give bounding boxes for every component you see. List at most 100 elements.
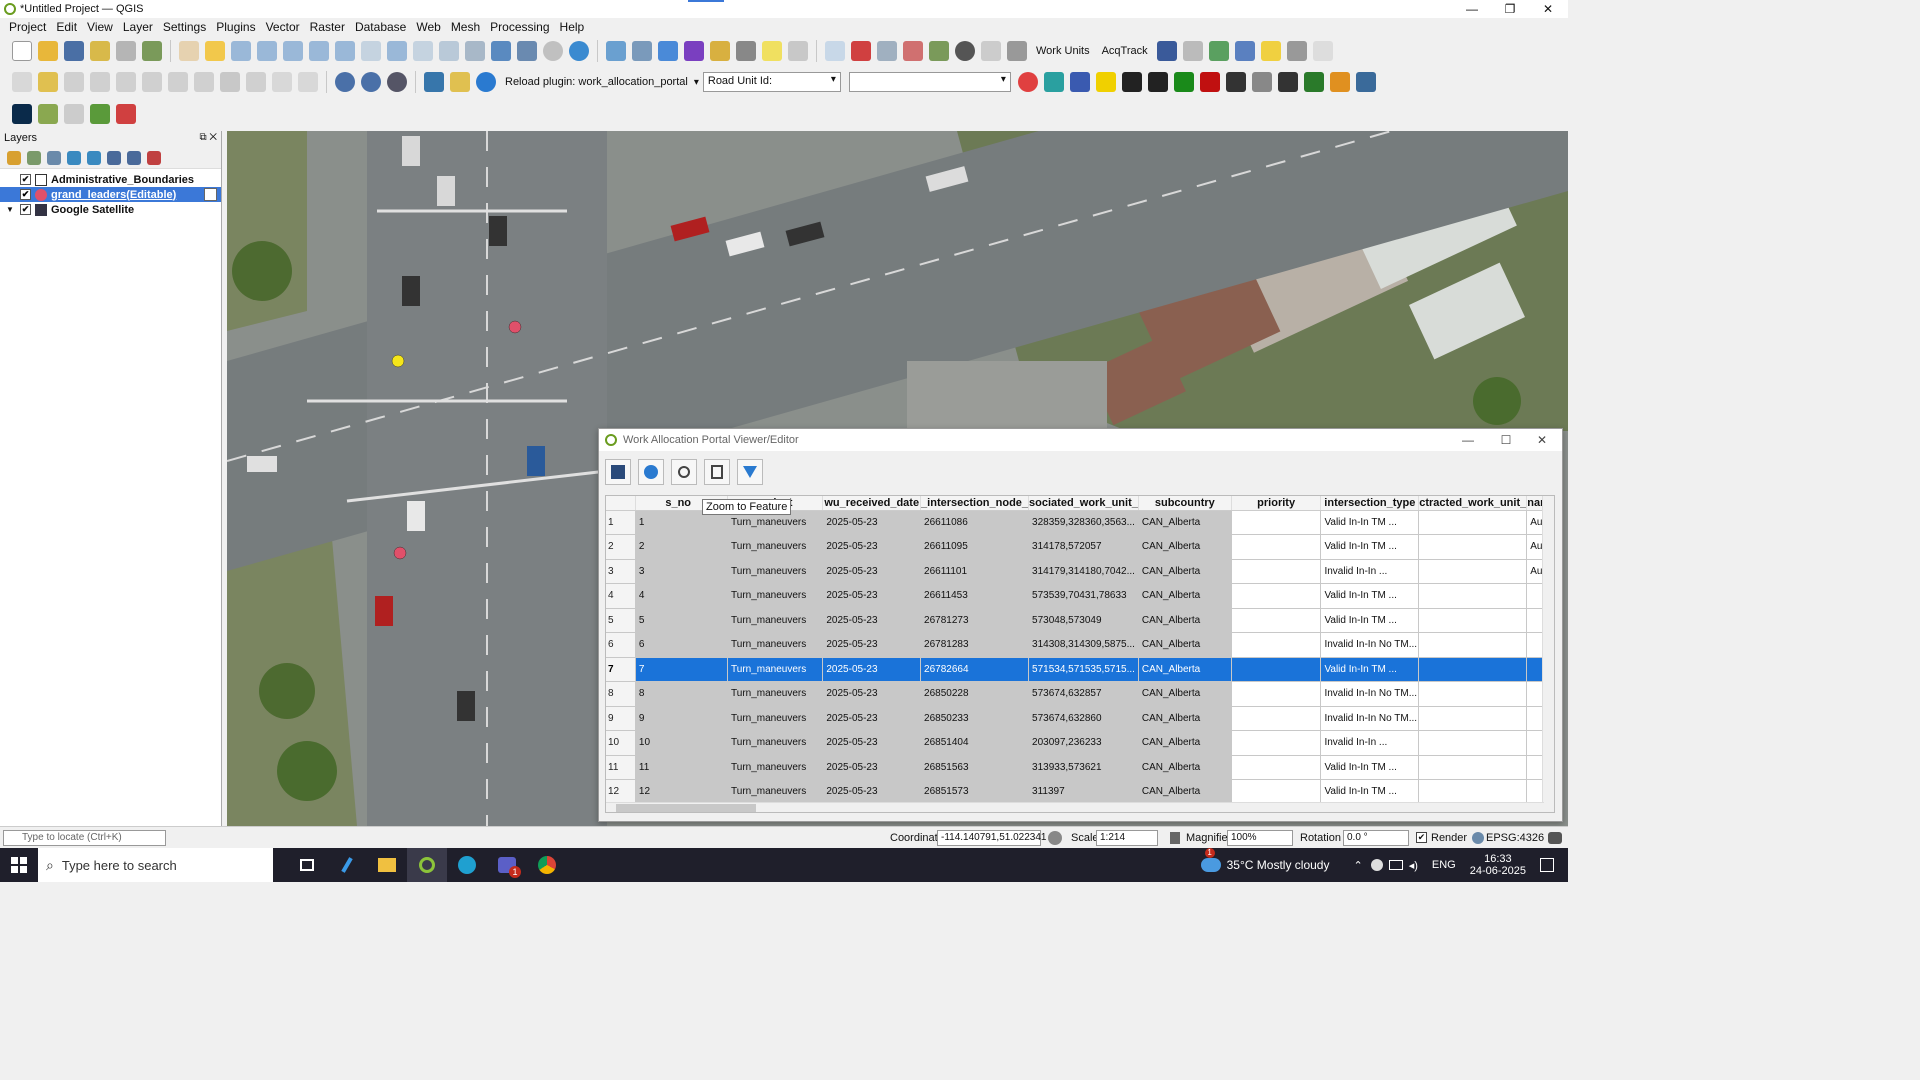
lock-scale-icon[interactable] [1170,832,1180,844]
cell-project[interactable]: Turn_maneuvers [727,730,824,756]
row-number[interactable]: 9 [606,706,636,731]
maximize-button[interactable]: ❐ [1492,0,1528,18]
plugin-zoom-icon[interactable] [877,41,897,61]
cell-project[interactable]: Turn_maneuvers [727,583,824,609]
reload-plugin-icon[interactable] [476,72,496,92]
plugin-edit-icon[interactable] [450,72,470,92]
plugin-dark-icon[interactable] [12,104,32,124]
label-move-icon[interactable] [1208,41,1229,61]
row-number[interactable]: 10 [606,730,636,756]
expand-arrow-icon[interactable]: ▼ [6,205,16,214]
vertex-tool-icon[interactable] [116,72,136,92]
refresh-icon[interactable] [569,41,589,61]
cell-extracted-work-unit[interactable] [1418,681,1528,707]
menu-help[interactable]: Help [555,20,590,34]
label-change-icon[interactable] [1286,41,1307,61]
plugin-info-icon[interactable] [1277,72,1298,92]
menu-processing[interactable]: Processing [485,20,554,34]
clock[interactable]: 16:33 24-06-2025 [1470,853,1526,877]
render-checkbox[interactable]: ✔ [1416,832,1427,843]
manage-map-themes-icon[interactable] [47,150,61,165]
table-row[interactable]: 4 4 Turn_maneuvers 2025-05-23 26611453 573539… [606,583,1554,609]
cell-received-date[interactable]: 2025-05-23 [822,730,922,756]
column-header[interactable]: wu_received_date [822,496,922,511]
cell-intersection-type[interactable]: Valid In-In TM ... [1320,779,1420,805]
plugin-tools-icon[interactable] [1007,41,1027,61]
panel-float-close-icon[interactable]: ⧉ ✕ [199,132,217,143]
add-wms-layer-icon[interactable] [335,72,355,92]
menu-plugins[interactable]: Plugins [211,20,260,34]
plugin-draw-icon[interactable] [1147,72,1168,92]
reload-plugin-button[interactable]: Reload plugin: work_allocation_portal [505,76,688,88]
network-icon[interactable] [1388,860,1403,870]
paste-features-icon[interactable] [246,72,266,92]
cell-subcountry[interactable]: CAN_Alberta [1138,510,1232,535]
horizontal-scroll-thumb[interactable] [616,804,756,812]
cell-subcountry[interactable]: CAN_Alberta [1138,755,1232,780]
cell-extracted-work-unit[interactable] [1418,534,1528,560]
edge-icon[interactable] [447,848,487,882]
cell-subcountry[interactable]: CAN_Alberta [1138,534,1232,560]
rotation-field[interactable]: 0.0 ° [1343,830,1409,846]
column-header[interactable]: ctracted_work_unit_ [1418,496,1528,511]
cell-subcountry[interactable]: CAN_Alberta [1138,608,1232,633]
cell-associated-work-unit[interactable]: 314308,314309,5875... [1028,632,1139,658]
close-button[interactable]: ✕ [1530,0,1566,18]
plugin-grey-icon[interactable] [64,104,84,124]
chrome-icon[interactable] [527,848,567,882]
cell-project[interactable]: Turn_maneuvers [727,706,824,731]
add-group-icon[interactable] [27,150,41,165]
save-edits-icon[interactable] [64,72,84,92]
cell-priority[interactable] [1231,657,1322,682]
vertical-scrollbar[interactable] [1542,496,1554,812]
coordinate-field[interactable]: -114.140791,51.022341 [937,830,1046,846]
cell-project[interactable]: Turn_maneuvers [727,755,824,780]
collapse-all-icon[interactable] [127,150,141,165]
cell-extracted-work-unit[interactable] [1418,706,1528,731]
select-features-icon[interactable] [710,41,730,61]
pen-app-icon[interactable] [327,848,367,882]
row-number[interactable]: 2 [606,534,636,560]
cell-intersection-type[interactable]: Valid In-In TM ... [1320,534,1420,560]
save-button[interactable] [605,459,631,485]
pan-icon[interactable] [179,41,199,61]
row-number[interactable]: 3 [606,559,636,584]
statistical-summary-icon[interactable] [684,41,704,61]
plugin-network-graph-icon[interactable] [116,104,136,124]
map-tips-icon[interactable] [762,41,782,61]
layout-manager-icon[interactable] [116,41,136,61]
table-row[interactable]: 5 5 Turn_maneuvers 2025-05-23 26781273 573048… [606,608,1554,633]
cell-extracted-work-unit[interactable] [1418,779,1528,805]
layer-row-google-satellite[interactable]: ▼ ✔ Google Satellite [0,202,221,217]
taskbar-search[interactable]: ⌕ Type here to search [38,848,273,882]
menu-settings[interactable]: Settings [158,20,211,34]
cell-associated-work-unit[interactable]: 573539,70431,78633 [1028,583,1139,609]
cell-project[interactable]: Turn_maneuvers [727,779,824,805]
temporal-controller-icon[interactable] [543,41,563,61]
plugin-hand-icon[interactable] [1251,72,1272,92]
wa-minimize-button[interactable]: — [1450,429,1486,451]
plugin-zoom-red-icon[interactable] [903,41,923,61]
plugin-book-icon[interactable] [38,104,58,124]
cell-intersection-node[interactable]: 26851404 [920,730,1030,756]
menu-mesh[interactable]: Mesh [446,20,485,34]
layer-visibility-checkbox[interactable]: ✔ [20,204,31,215]
new-bookmark-icon[interactable] [491,41,511,61]
cell-extracted-work-unit[interactable] [1418,510,1528,535]
cell-intersection-node[interactable]: 26781283 [920,632,1030,658]
open-attribute-table-icon[interactable] [632,41,652,61]
cell-intersection-node[interactable]: 26611086 [920,510,1030,535]
table-row[interactable]: 2 2 Turn_maneuvers 2025-05-23 26611095 314178… [606,534,1554,560]
new-project-icon[interactable] [12,41,32,61]
cell-project[interactable]: Turn_maneuvers [727,632,824,658]
cell-project[interactable]: Turn_maneuvers [727,681,824,707]
cell-priority[interactable] [1231,559,1322,584]
table-row[interactable]: 9 9 Turn_maneuvers 2025-05-23 26850233 573674… [606,706,1554,731]
cell-associated-work-unit[interactable]: 328359,328360,3563... [1028,510,1139,535]
locator-input[interactable]: Type to locate (Ctrl+K) [3,830,166,846]
cell-received-date[interactable]: 2025-05-23 [822,583,922,609]
cell-priority[interactable] [1231,534,1322,560]
row-number[interactable]: 7 [606,657,636,682]
row-number[interactable]: 12 [606,779,636,805]
processing-toolbox-icon[interactable] [658,41,678,61]
